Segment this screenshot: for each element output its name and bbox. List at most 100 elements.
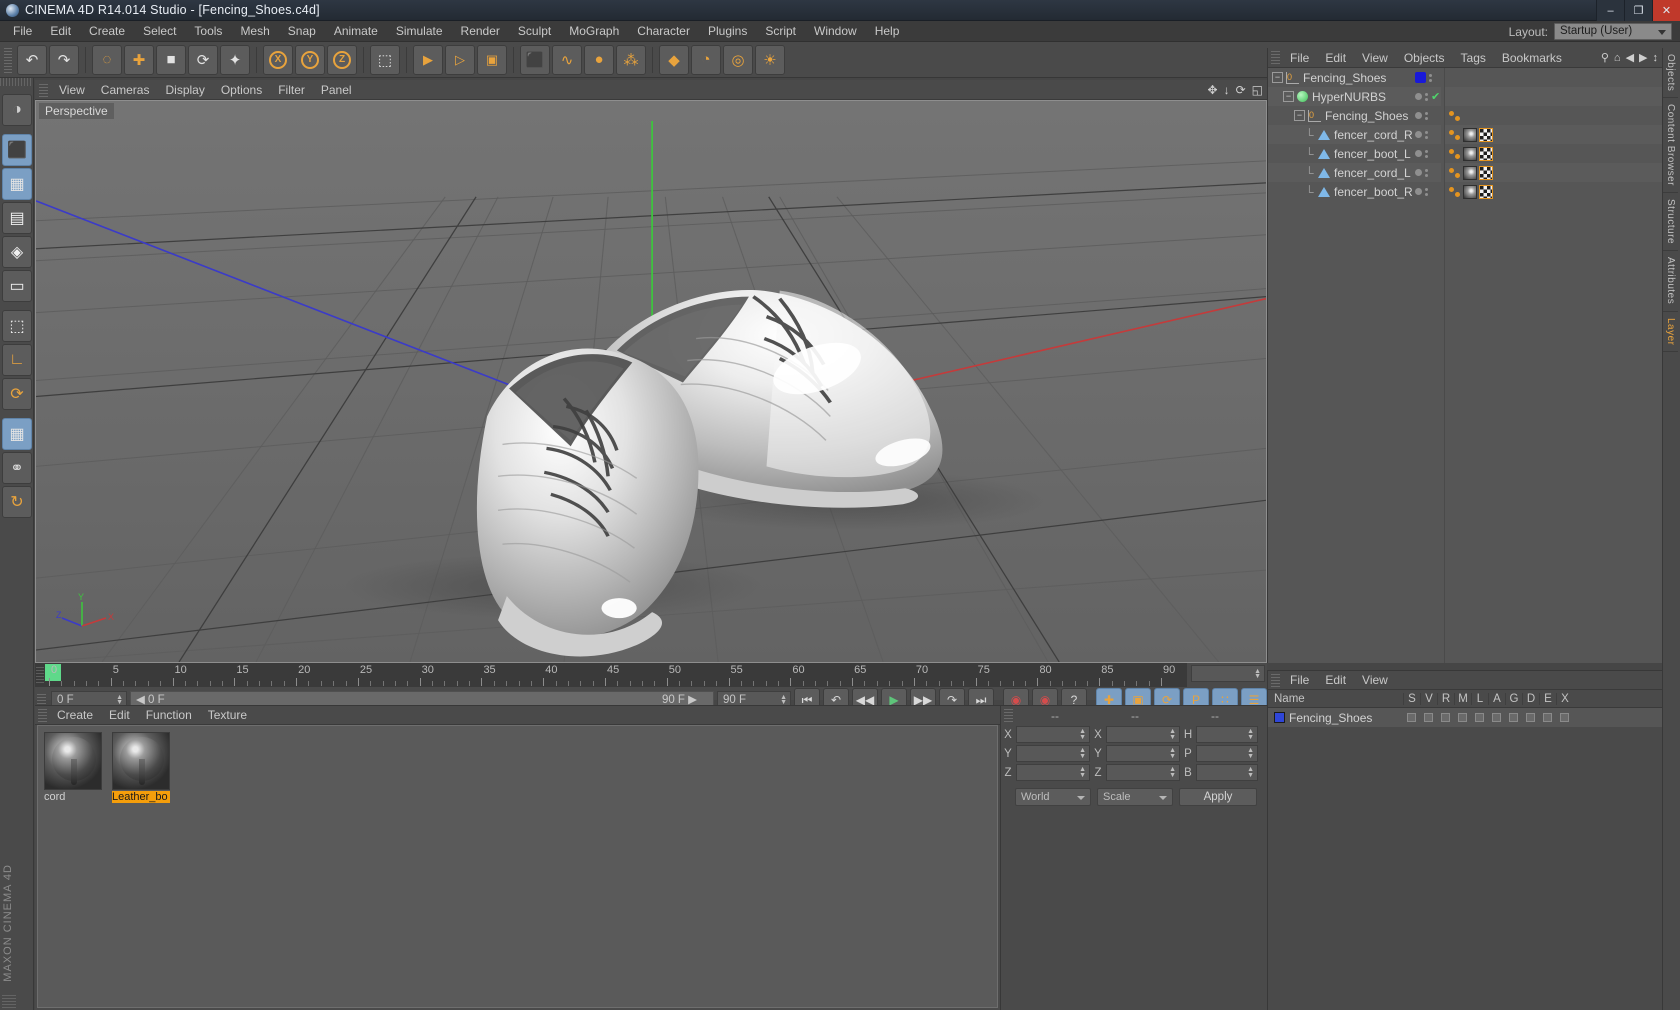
layer-toggle-v[interactable]	[1420, 713, 1437, 722]
object-name-label[interactable]: fencer_boot_L	[1334, 147, 1411, 161]
visibility-toggle-dots-icon[interactable]	[1429, 73, 1432, 82]
object-name-label[interactable]: Fencing_Shoes	[1325, 109, 1408, 123]
close-button[interactable]: ✕	[1652, 0, 1680, 21]
size-z-field[interactable]: ▲ ▼	[1106, 764, 1180, 781]
frame-spinner-icon[interactable]: ▲ ▼	[1254, 668, 1261, 680]
layer-toggle-s[interactable]	[1403, 713, 1420, 722]
layer-color-swatch[interactable]	[1415, 72, 1426, 83]
edge-mode-button[interactable]: ▭	[2, 270, 32, 302]
material-item[interactable]: Leather_bo	[112, 732, 170, 803]
layer-toggle-x[interactable]	[1556, 713, 1573, 722]
spinner-icon[interactable]: ▲ ▼	[116, 694, 123, 706]
toggle-box-icon[interactable]	[1543, 713, 1552, 722]
position-z-field[interactable]: ▲ ▼	[1016, 764, 1090, 781]
visibility-toggle-dots-icon[interactable]	[1425, 130, 1428, 139]
material-menu-texture[interactable]: Texture	[200, 706, 255, 725]
timeline-ruler[interactable]: 0 5 10 15 20 25 30 35 40 45 50 55 60 65 70 75 80 85 90	[35, 663, 1187, 687]
menu-item-render[interactable]: Render	[452, 21, 509, 42]
object-visibility-cell[interactable]: ✔	[1413, 87, 1441, 106]
enabled-check-icon[interactable]: ✔	[1431, 90, 1440, 103]
add-cube-button[interactable]: ⬛	[520, 44, 550, 75]
visibility-dot-icon[interactable]	[1415, 169, 1422, 176]
object-tags-cell[interactable]	[1445, 87, 1662, 106]
menu-item-snap[interactable]: Snap	[279, 21, 325, 42]
edge-tab-content-browser[interactable]: Content Browser	[1663, 98, 1678, 194]
viewport-menu-panel[interactable]: Panel	[313, 80, 360, 100]
maximize-button[interactable]: ❐	[1624, 0, 1652, 21]
menu-item-mesh[interactable]: Mesh	[231, 21, 278, 42]
forward-icon[interactable]: ▶	[1639, 51, 1647, 64]
current-frame-field[interactable]: ▲ ▼	[1191, 665, 1265, 682]
layer-color-swatch[interactable]	[1274, 712, 1285, 723]
toggle-box-icon[interactable]	[1560, 713, 1569, 722]
make-editable-button[interactable]: ◑	[2, 94, 32, 126]
viewport-menu-display[interactable]: Display	[157, 80, 212, 100]
toggle-box-icon[interactable]	[1424, 713, 1433, 722]
material-name-label[interactable]: cord	[44, 791, 102, 803]
layer-toggle-d[interactable]	[1522, 713, 1539, 722]
menu-item-plugins[interactable]: Plugins	[699, 21, 756, 42]
toggle-box-icon[interactable]	[1475, 713, 1484, 722]
layer-name-label[interactable]: Fencing_Shoes	[1289, 711, 1372, 725]
object-menu-edit[interactable]: Edit	[1317, 48, 1354, 68]
object-row[interactable]: └ fencer_boot_L	[1268, 144, 1413, 163]
uvw-tag-icon[interactable]	[1479, 165, 1493, 180]
menu-item-tools[interactable]: Tools	[185, 21, 231, 42]
enable-snap-button[interactable]: ▦	[2, 418, 32, 450]
object-row[interactable]: −0 Fencing_Shoes	[1268, 68, 1413, 87]
visibility-dot-icon[interactable]	[1415, 131, 1422, 138]
apply-button[interactable]: Apply	[1179, 788, 1257, 806]
layer-toggle-r[interactable]	[1437, 713, 1454, 722]
planar-workplane-button[interactable]: ↻	[2, 486, 32, 518]
material-item[interactable]: cord	[44, 732, 102, 803]
edge-tab-objects[interactable]: Objects	[1663, 48, 1678, 99]
layer-manager-grip[interactable]	[1271, 673, 1280, 687]
expander-icon[interactable]: −	[1294, 110, 1305, 121]
menu-item-select[interactable]: Select	[134, 21, 185, 42]
dolly-camera-icon[interactable]: ↓	[1224, 83, 1230, 97]
size-x-field[interactable]: ▲ ▼	[1106, 726, 1180, 743]
z-axis-lock-button[interactable]: Z	[327, 44, 357, 75]
menu-item-help[interactable]: Help	[866, 21, 909, 42]
object-row[interactable]: └ fencer_boot_R	[1268, 182, 1413, 201]
point-mode-button[interactable]: ◈	[2, 236, 32, 268]
object-menu-bookmarks[interactable]: Bookmarks	[1494, 48, 1570, 68]
toggle-box-icon[interactable]	[1526, 713, 1535, 722]
menu-item-mograph[interactable]: MoGraph	[560, 21, 628, 42]
bottom-left-grip[interactable]	[2, 994, 16, 1008]
move-button[interactable]: ✚	[124, 44, 154, 75]
uvw-tag-icon[interactable]	[1479, 127, 1493, 142]
toggle-box-icon[interactable]	[1492, 713, 1501, 722]
menu-item-file[interactable]: File	[4, 21, 41, 42]
visibility-dot-icon[interactable]	[1415, 188, 1422, 195]
object-menu-view[interactable]: View	[1354, 48, 1396, 68]
material-menu-create[interactable]: Create	[49, 706, 101, 725]
menu-item-simulate[interactable]: Simulate	[387, 21, 452, 42]
object-menu-objects[interactable]: Objects	[1396, 48, 1453, 68]
edge-tab-attributes[interactable]: Attributes	[1663, 251, 1678, 312]
timeline-grip[interactable]	[36, 667, 44, 683]
rotation-p-field[interactable]: ▲ ▼	[1196, 745, 1258, 762]
object-visibility-cell[interactable]	[1413, 125, 1441, 144]
layer-menu-file[interactable]: File	[1282, 671, 1317, 690]
render-region-button[interactable]: ▷	[445, 44, 475, 75]
scale-button[interactable]: ■	[156, 44, 186, 75]
toggle-box-icon[interactable]	[1407, 713, 1416, 722]
texture-tag-icon[interactable]	[1463, 146, 1477, 161]
undo-button[interactable]: ↶	[17, 44, 47, 75]
magnet-button[interactable]: ✦	[220, 44, 250, 75]
rotate-button[interactable]: ⟳	[188, 44, 218, 75]
render-view-button[interactable]: ▶	[413, 44, 443, 75]
y-axis-lock-button[interactable]: Y	[295, 44, 325, 75]
object-axis-mode-button[interactable]: ⬚	[2, 310, 32, 342]
layer-row[interactable]: Fencing_Shoes	[1268, 708, 1662, 727]
rotation-b-field[interactable]: ▲ ▼	[1196, 764, 1258, 781]
menu-item-window[interactable]: Window	[805, 21, 866, 42]
object-row[interactable]: └ fencer_cord_L	[1268, 163, 1413, 182]
object-tags-cell[interactable]	[1445, 144, 1662, 163]
visibility-dot-icon[interactable]	[1415, 112, 1422, 119]
menu-item-script[interactable]: Script	[756, 21, 805, 42]
toolbar-grip[interactable]	[4, 46, 12, 73]
coordinate-system-dropdown[interactable]: World	[1015, 788, 1091, 806]
visibility-toggle-dots-icon[interactable]	[1425, 92, 1428, 101]
